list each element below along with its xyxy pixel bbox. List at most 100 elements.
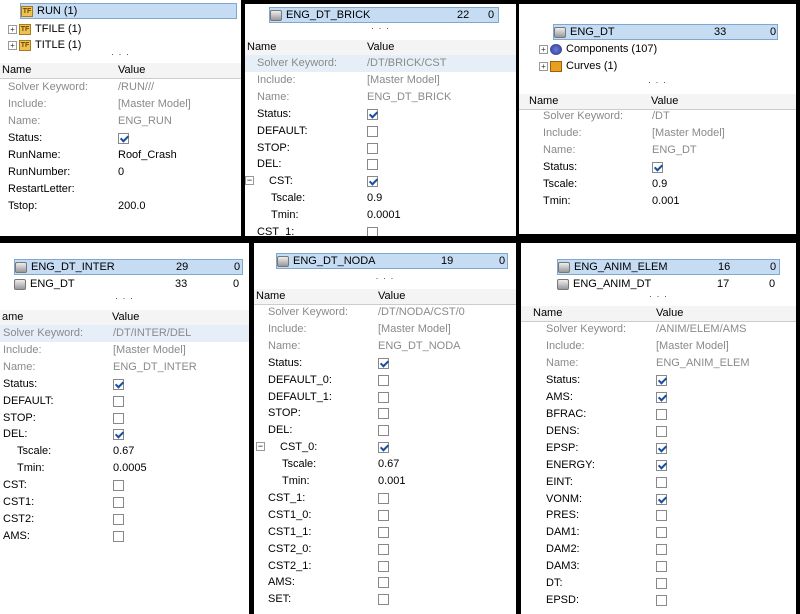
splitter-handle[interactable]: · · ·: [245, 23, 516, 33]
property-value[interactable]: 0.9: [652, 178, 667, 190]
property-row-cst2-0[interactable]: CST2_0:: [254, 541, 516, 558]
property-row-ams[interactable]: AMS:: [521, 389, 796, 406]
property-row-stop[interactable]: STOP:: [245, 140, 516, 157]
property-row-tscale[interactable]: Tscale: 0.9: [245, 190, 516, 207]
checkbox-stop[interactable]: [378, 408, 389, 420]
property-row-runname[interactable]: RunName: Roof_Crash: [0, 147, 241, 164]
checkbox-eint[interactable]: [656, 476, 667, 488]
property-row-solver-keyword[interactable]: Solver Keyword: /ANIM/ELEM/AMS: [521, 321, 796, 338]
property-value[interactable]: 0.67: [378, 458, 399, 470]
splitter-handle[interactable]: · · ·: [521, 291, 796, 301]
property-row-status[interactable]: Status:: [519, 159, 796, 176]
property-row-dens[interactable]: DENS:: [521, 423, 796, 440]
property-value[interactable]: 0.67: [113, 445, 134, 457]
property-row-set[interactable]: SET:: [254, 591, 516, 608]
property-row-cst-0[interactable]: − CST_0:: [254, 439, 516, 456]
checkbox-ams[interactable]: [378, 577, 389, 589]
checkbox-del[interactable]: [113, 429, 124, 441]
checkbox-dens[interactable]: [656, 425, 667, 437]
property-row-status[interactable]: Status:: [521, 372, 796, 389]
checkbox-dam1[interactable]: [656, 527, 667, 539]
tree-item-eng-dt-noda[interactable]: ENG_DT_NODA 19 0: [276, 253, 508, 269]
checkbox-status[interactable]: [656, 374, 667, 386]
checkbox-dam2[interactable]: [656, 544, 667, 556]
tree-item-eng-anim-elem[interactable]: ENG_ANIM_ELEM 16 0: [557, 259, 780, 275]
property-row-ams[interactable]: AMS:: [254, 574, 516, 591]
property-row-tscale[interactable]: Tscale: 0.67: [0, 443, 249, 460]
property-row-del[interactable]: DEL:: [254, 422, 516, 439]
property-row-status[interactable]: Status:: [245, 106, 516, 123]
property-row-default-0[interactable]: DEFAULT_0:: [254, 372, 516, 389]
property-row-cst-1[interactable]: CST_1:: [254, 490, 516, 507]
property-row-cst1[interactable]: CST1:: [0, 494, 249, 511]
checkbox-vonm[interactable]: [656, 493, 667, 505]
property-value[interactable]: 0.0001: [367, 209, 401, 221]
tree-item-run[interactable]: TF RUN (1): [20, 3, 237, 19]
property-row-dt[interactable]: DT:: [521, 575, 796, 592]
tree-item-eng-anim-dt[interactable]: ENG_ANIM_DT 17 0: [557, 276, 780, 292]
checkbox-del[interactable]: [378, 425, 389, 437]
property-row-solver-keyword[interactable]: Solver Keyword: /DT/NODA/CST/0: [254, 304, 516, 321]
property-row-include[interactable]: Include: [Master Model]: [254, 321, 516, 338]
property-row-solver-keyword[interactable]: Solver Keyword: /DT: [519, 108, 796, 125]
property-value[interactable]: 0: [118, 166, 124, 178]
checkbox-status[interactable]: [118, 133, 129, 144]
tree-item-eng-dt-brick[interactable]: ENG_DT_BRICK 22 0: [269, 7, 499, 23]
property-row-cst-1[interactable]: CST_1:: [245, 224, 516, 236]
tree-item-components[interactable]: + Components (107): [539, 41, 657, 57]
tree-item-eng-dt[interactable]: ENG_DT 33 0: [14, 276, 243, 292]
checkbox-default-0[interactable]: [378, 374, 389, 386]
expand-icon[interactable]: +: [8, 24, 17, 34]
property-row-dam1[interactable]: DAM1:: [521, 524, 796, 541]
checkbox-cst1-0[interactable]: [378, 509, 389, 521]
property-row-include[interactable]: Include: [Master Model]: [519, 125, 796, 142]
property-row-status[interactable]: Status:: [254, 355, 516, 372]
checkbox-status[interactable]: [367, 108, 378, 120]
property-value[interactable]: 0.001: [652, 195, 680, 207]
property-row-runnumber[interactable]: RunNumber: 0: [0, 164, 241, 181]
checkbox-cst-0[interactable]: [378, 442, 389, 454]
property-row-cst1-1[interactable]: CST1_1:: [254, 524, 516, 541]
property-row-name[interactable]: Name: ENG_DT_NODA: [254, 338, 516, 355]
property-value[interactable]: 200.0: [118, 200, 146, 212]
checkbox-cst-1[interactable]: [367, 227, 378, 236]
property-row-energy[interactable]: ENERGY:: [521, 457, 796, 474]
property-row-name[interactable]: Name: ENG_DT_BRICK: [245, 89, 516, 106]
checkbox-cst[interactable]: [113, 480, 124, 492]
checkbox-ams[interactable]: [656, 391, 667, 403]
property-row-vonm[interactable]: VONM:: [521, 491, 796, 508]
property-row-include[interactable]: Include: [Master Model]: [0, 342, 249, 359]
checkbox-status[interactable]: [113, 378, 124, 390]
property-row-tmin[interactable]: Tmin: 0.001: [254, 473, 516, 490]
splitter-handle[interactable]: · · ·: [519, 77, 796, 87]
property-row-ams[interactable]: AMS:: [0, 528, 249, 545]
property-row-default[interactable]: DEFAULT:: [245, 123, 516, 140]
property-row-pres[interactable]: PRES:: [521, 507, 796, 524]
property-row-tscale[interactable]: Tscale: 0.9: [519, 176, 796, 193]
tree-item-eng-dt-inter[interactable]: ENG_DT_INTER 29 0: [14, 259, 243, 275]
property-row-epsd[interactable]: EPSD:: [521, 592, 796, 609]
property-row-include[interactable]: Include: [Master Model]: [0, 96, 241, 113]
property-row-tscale[interactable]: Tscale: 0.67: [254, 456, 516, 473]
checkbox-cst2-1[interactable]: [378, 560, 389, 572]
tree-item-curves[interactable]: + Curves (1): [539, 58, 617, 74]
tree-item-tfile[interactable]: + TF TFILE (1): [8, 21, 81, 37]
property-row-bfrac[interactable]: BFRAC:: [521, 406, 796, 423]
checkbox-dam3[interactable]: [656, 561, 667, 573]
checkbox-bfrac[interactable]: [656, 408, 667, 420]
property-row-eint[interactable]: EINT:: [521, 474, 796, 491]
checkbox-cst-1[interactable]: [378, 492, 389, 504]
property-row-cst2-1[interactable]: CST2_1:: [254, 558, 516, 575]
checkbox-epsd[interactable]: [656, 595, 667, 607]
checkbox-default[interactable]: [113, 395, 124, 407]
property-row-dam2[interactable]: DAM2:: [521, 541, 796, 558]
property-row-name[interactable]: Name: ENG_RUN: [0, 113, 241, 130]
property-row-cst1-0[interactable]: CST1_0:: [254, 507, 516, 524]
checkbox-stop[interactable]: [367, 142, 378, 154]
property-row-tmin[interactable]: Tmin: 0.001: [519, 193, 796, 210]
checkbox-set[interactable]: [378, 594, 389, 606]
property-row-tmin[interactable]: Tmin: 0.0001: [245, 207, 516, 224]
splitter-handle[interactable]: · · ·: [254, 273, 516, 283]
property-row-dam3[interactable]: DAM3:: [521, 558, 796, 575]
property-row-tmin[interactable]: Tmin: 0.0005: [0, 460, 249, 477]
